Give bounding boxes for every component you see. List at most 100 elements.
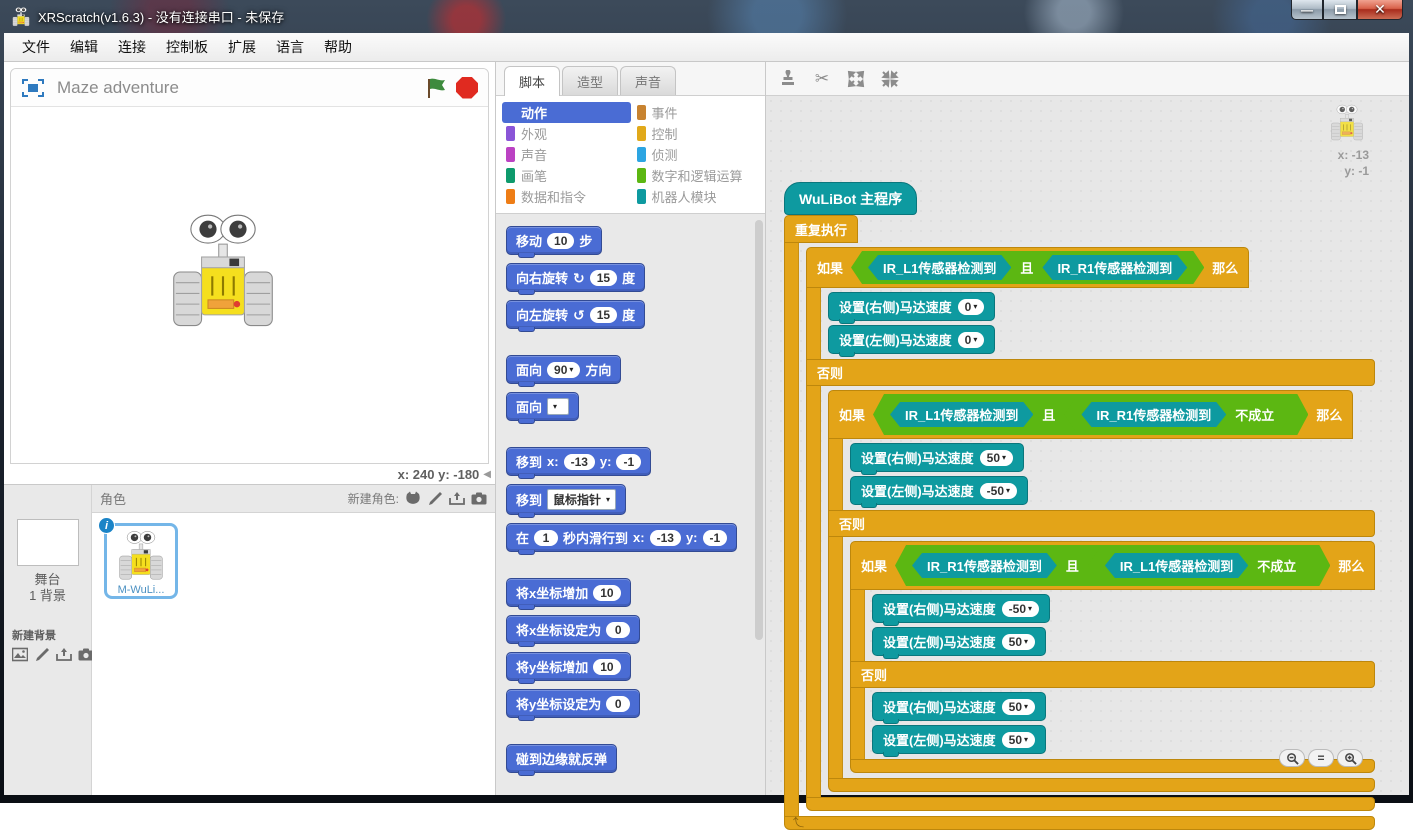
value-dropdown[interactable]: -50▾ bbox=[980, 483, 1017, 499]
sensor-reporter[interactable]: IR_R1传感器检测到 bbox=[912, 553, 1057, 578]
value-dropdown[interactable]: 50▾ bbox=[980, 450, 1013, 466]
category-外观[interactable]: 外观 bbox=[502, 123, 631, 144]
palette-block[interactable]: 将y坐标增加10 bbox=[506, 652, 631, 681]
menu-item-扩展[interactable]: 扩展 bbox=[218, 33, 266, 61]
if-else-block[interactable]: 如果IR_R1传感器检测到且IR_L1传感器检测到不成立那么设置(右侧)马达速度… bbox=[850, 541, 1375, 773]
maximize-button[interactable] bbox=[1323, 0, 1357, 20]
category-机器人模块[interactable]: 机器人模块 bbox=[633, 186, 762, 207]
and-operator[interactable]: IR_L1传感器检测到且IR_R1传感器检测到不成立 bbox=[873, 394, 1308, 435]
not-operator[interactable]: IR_R1传感器检测到不成立 bbox=[1064, 398, 1291, 431]
value-oval[interactable]: -13 bbox=[564, 454, 595, 470]
motor-speed-block[interactable]: 设置(右侧)马达速度0▾ bbox=[828, 292, 995, 321]
sprite-card[interactable]: i M-WuLi... bbox=[104, 523, 178, 599]
forever-block[interactable]: 重复执行如果IR_L1传感器检测到且IR_R1传感器检测到那么设置(右侧)马达速… bbox=[784, 215, 1375, 830]
value-dropdown[interactable]: 50▾ bbox=[1002, 699, 1035, 715]
zoom-in-button[interactable] bbox=[1337, 749, 1363, 767]
minimize-button[interactable]: — bbox=[1291, 0, 1323, 20]
value-dropdown[interactable]: 0▾ bbox=[958, 299, 985, 315]
camera-sprite-icon[interactable] bbox=[471, 491, 487, 506]
sprite-library-icon[interactable] bbox=[405, 491, 421, 506]
sensor-reporter[interactable]: IR_R1传感器检测到 bbox=[1042, 255, 1187, 280]
palette-block[interactable]: 面向▾ bbox=[506, 392, 579, 421]
motor-speed-block[interactable]: 设置(左侧)马达速度50▾ bbox=[872, 627, 1046, 656]
value-oval[interactable]: 1 bbox=[534, 530, 558, 546]
upload-backdrop-icon[interactable] bbox=[56, 647, 72, 662]
value-dropdown[interactable]: 0▾ bbox=[958, 332, 985, 348]
motor-speed-block[interactable]: 设置(右侧)马达速度-50▾ bbox=[872, 594, 1050, 623]
stage-backdrop-thumbnail[interactable] bbox=[17, 519, 79, 566]
motor-speed-block[interactable]: 设置(右侧)马达速度50▾ bbox=[872, 692, 1046, 721]
menu-item-帮助[interactable]: 帮助 bbox=[314, 33, 362, 61]
hat-block-main-program[interactable]: WuLiBot 主程序 bbox=[784, 182, 917, 215]
stage-canvas[interactable] bbox=[11, 107, 488, 463]
sensor-reporter[interactable]: IR_L1传感器检测到 bbox=[1105, 553, 1248, 578]
upload-sprite-icon[interactable] bbox=[449, 491, 465, 506]
stop-button[interactable] bbox=[456, 77, 478, 99]
paint-sprite-icon[interactable] bbox=[427, 491, 443, 506]
value-dropdown[interactable]: 50▾ bbox=[1002, 732, 1035, 748]
menu-item-编辑[interactable]: 编辑 bbox=[60, 33, 108, 61]
grow-icon[interactable] bbox=[846, 69, 866, 89]
zoom-out-button[interactable] bbox=[1279, 749, 1305, 767]
palette-block[interactable]: 移到鼠标指针▾ bbox=[506, 484, 626, 515]
palette-block[interactable]: 面向90▾方向 bbox=[506, 355, 621, 384]
motor-speed-block[interactable]: 设置(左侧)马达速度50▾ bbox=[872, 725, 1046, 754]
category-控制[interactable]: 控制 bbox=[633, 123, 762, 144]
value-oval[interactable]: 10 bbox=[593, 585, 620, 601]
menu-item-控制板[interactable]: 控制板 bbox=[156, 33, 218, 61]
motor-speed-block[interactable]: 设置(右侧)马达速度50▾ bbox=[850, 443, 1024, 472]
value-oval[interactable]: 0 bbox=[606, 622, 630, 638]
motor-speed-block[interactable]: 设置(左侧)马达速度-50▾ bbox=[850, 476, 1028, 505]
scissors-icon[interactable]: ✂ bbox=[812, 69, 832, 89]
value-oval[interactable]: 10 bbox=[547, 233, 574, 249]
not-operator[interactable]: IR_L1传感器检测到不成立 bbox=[1088, 549, 1313, 582]
palette-block[interactable]: 将y坐标设定为0 bbox=[506, 689, 640, 718]
palette-block[interactable]: 将x坐标设定为0 bbox=[506, 615, 640, 644]
menu-item-文件[interactable]: 文件 bbox=[12, 33, 60, 61]
palette-block[interactable]: 移动10步 bbox=[506, 226, 602, 255]
value-dropdown[interactable]: -50▾ bbox=[1002, 601, 1039, 617]
value-oval[interactable]: -1 bbox=[616, 454, 641, 470]
palette-block[interactable]: 移到x:-13y:-1 bbox=[506, 447, 651, 476]
green-flag-button[interactable] bbox=[426, 77, 448, 99]
value-oval[interactable]: 10 bbox=[593, 659, 620, 675]
value-dropdown[interactable]: 90▾ bbox=[547, 362, 580, 378]
category-画笔[interactable]: 画笔 bbox=[502, 165, 631, 186]
and-operator[interactable]: IR_L1传感器检测到且IR_R1传感器检测到 bbox=[851, 251, 1204, 284]
and-operator[interactable]: IR_R1传感器检测到且IR_L1传感器检测到不成立 bbox=[895, 545, 1330, 586]
motor-speed-block[interactable]: 设置(左侧)马达速度0▾ bbox=[828, 325, 995, 354]
menu-dropdown[interactable]: 鼠标指针▾ bbox=[547, 489, 616, 510]
backdrop-library-icon[interactable] bbox=[12, 647, 28, 662]
if-else-block[interactable]: 如果IR_L1传感器检测到且IR_R1传感器检测到那么设置(右侧)马达速度0▾设… bbox=[806, 247, 1375, 811]
sensor-reporter[interactable]: IR_R1传感器检测到 bbox=[1081, 402, 1226, 427]
stage-sprite-robot[interactable] bbox=[169, 212, 277, 332]
collapse-stage-icon[interactable]: ◀ bbox=[483, 469, 491, 480]
category-数字和逻辑运算[interactable]: 数字和逻辑运算 bbox=[633, 165, 762, 186]
tab-造型[interactable]: 造型 bbox=[562, 66, 618, 95]
category-动作[interactable]: 动作 bbox=[502, 102, 631, 123]
sensor-reporter[interactable]: IR_L1传感器检测到 bbox=[890, 402, 1033, 427]
palette-scrollbar[interactable] bbox=[755, 220, 763, 640]
stamp-icon[interactable] bbox=[778, 69, 798, 89]
shrink-icon[interactable] bbox=[880, 69, 900, 89]
value-oval[interactable]: -1 bbox=[703, 530, 728, 546]
menu-item-语言[interactable]: 语言 bbox=[266, 33, 314, 61]
tab-声音[interactable]: 声音 bbox=[620, 66, 676, 95]
zoom-reset-button[interactable]: = bbox=[1308, 749, 1334, 767]
value-dropdown[interactable]: 50▾ bbox=[1002, 634, 1035, 650]
value-oval[interactable]: 15 bbox=[590, 270, 617, 286]
menu-dropdown[interactable]: ▾ bbox=[547, 398, 569, 415]
menu-item-连接[interactable]: 连接 bbox=[108, 33, 156, 61]
category-数据和指令[interactable]: 数据和指令 bbox=[502, 186, 631, 207]
close-button[interactable]: ✕ bbox=[1357, 0, 1403, 20]
category-声音[interactable]: 声音 bbox=[502, 144, 631, 165]
value-oval[interactable]: 0 bbox=[606, 696, 630, 712]
script-canvas[interactable]: x: -13 y: -1 WuLiBot 主程序重复执行如果IR_L1传感器检测… bbox=[766, 96, 1409, 795]
if-else-block[interactable]: 如果IR_L1传感器检测到且IR_R1传感器检测到不成立那么设置(右侧)马达速度… bbox=[828, 390, 1375, 792]
sprite-info-icon[interactable]: i bbox=[98, 517, 115, 534]
tab-脚本[interactable]: 脚本 bbox=[504, 66, 560, 96]
palette-block[interactable]: 将x坐标增加10 bbox=[506, 578, 631, 607]
palette-block[interactable]: 向右旋转↻15度 bbox=[506, 263, 645, 292]
palette-block[interactable]: 向左旋转↺15度 bbox=[506, 300, 645, 329]
value-oval[interactable]: -13 bbox=[650, 530, 681, 546]
